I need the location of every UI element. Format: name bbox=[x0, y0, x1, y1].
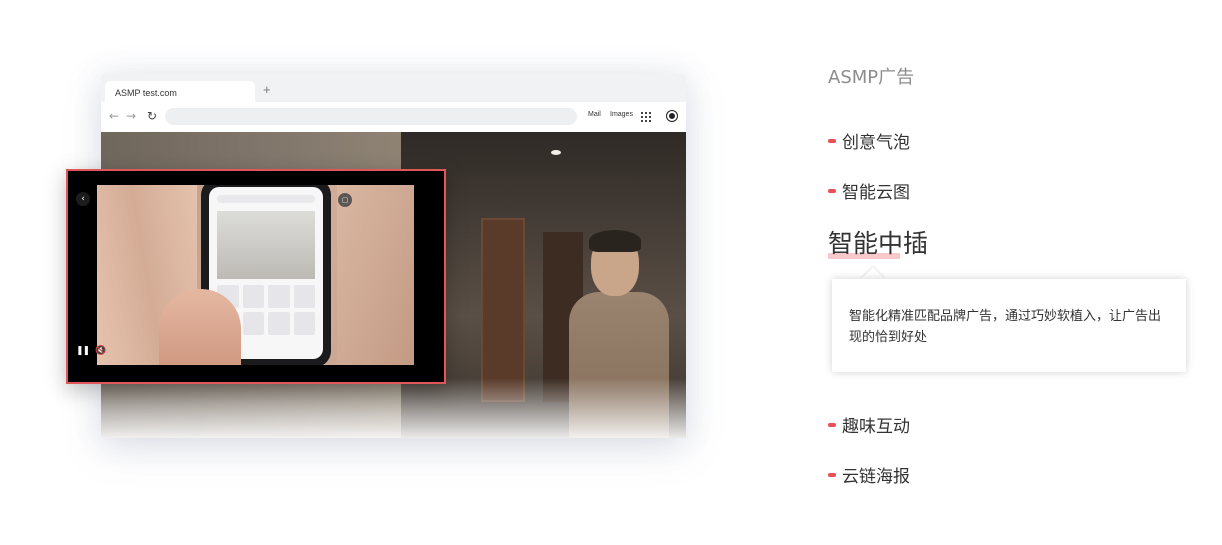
tv-icon[interactable]: ▢ bbox=[338, 193, 352, 207]
phone-room-photo bbox=[217, 211, 315, 279]
feature-item-fun-interaction[interactable]: 趣味互动 bbox=[828, 412, 910, 437]
midroll-video bbox=[97, 185, 414, 365]
feature-item-cloud-poster[interactable]: 云链海报 bbox=[828, 462, 910, 487]
feature-item-label: 云链海报 bbox=[842, 467, 910, 487]
feature-item-smart-midroll-active[interactable]: 智能中插 bbox=[828, 224, 928, 260]
bullet-dash-icon bbox=[828, 422, 836, 427]
feature-item-smart-cloud[interactable]: 智能云图 bbox=[828, 178, 910, 203]
video-bottom-fade bbox=[101, 378, 686, 438]
url-input[interactable] bbox=[165, 108, 577, 125]
account-avatar-icon[interactable] bbox=[667, 111, 677, 121]
bullet-dash-icon bbox=[828, 138, 836, 143]
images-link[interactable]: Images bbox=[610, 111, 633, 118]
tab-bar: ASMP test.com + bbox=[101, 74, 686, 103]
phone-search-bar bbox=[217, 195, 315, 203]
video-scene-person-hair bbox=[589, 230, 641, 252]
bullet-dash-icon bbox=[828, 472, 836, 477]
reload-icon[interactable]: ↻ bbox=[147, 109, 157, 123]
browser-tab[interactable]: ASMP test.com bbox=[105, 81, 255, 103]
feature-item-label: 智能中插 bbox=[828, 229, 929, 258]
feature-item-label: 智能云图 bbox=[842, 183, 910, 203]
feature-item-label: 创意气泡 bbox=[842, 133, 910, 153]
feature-description-text: 智能化精准匹配品牌广告，通过巧妙软植入，让广告出现的恰到好处 bbox=[849, 309, 1162, 345]
new-tab-icon[interactable]: + bbox=[263, 82, 271, 97]
midroll-ad-player[interactable]: ‹ ▢ ❚❚ 🔇 bbox=[66, 169, 446, 384]
tooltip-arrow bbox=[861, 267, 885, 279]
back-arrow-icon[interactable]: ← bbox=[109, 109, 119, 123]
feature-item-creative-bubble[interactable]: 创意气泡 bbox=[828, 128, 910, 153]
browser-tab-title: ASMP test.com bbox=[115, 88, 177, 98]
forward-arrow-icon[interactable]: → bbox=[126, 109, 136, 123]
bullet-dash-icon bbox=[828, 188, 836, 193]
video-scene-door bbox=[481, 218, 525, 402]
mail-link[interactable]: Mail bbox=[588, 111, 601, 118]
speaker-mute-icon[interactable]: 🔇 bbox=[95, 346, 106, 356]
address-bar: ← → ↻ Mail Images bbox=[101, 102, 686, 132]
midroll-scene-hand bbox=[159, 289, 241, 365]
apps-grid-icon[interactable] bbox=[641, 112, 651, 122]
feature-description-card: 智能化精准匹配品牌广告，通过巧妙软植入，让广告出现的恰到好处 bbox=[832, 279, 1186, 372]
video-scene-light bbox=[551, 150, 561, 155]
pause-icon[interactable]: ❚❚ bbox=[76, 346, 90, 356]
chevron-left-icon[interactable]: ‹ bbox=[76, 192, 90, 206]
feature-item-label: 趣味互动 bbox=[842, 417, 910, 437]
section-title: ASMP广告 bbox=[828, 67, 915, 88]
midroll-scene-fabric bbox=[337, 185, 414, 365]
